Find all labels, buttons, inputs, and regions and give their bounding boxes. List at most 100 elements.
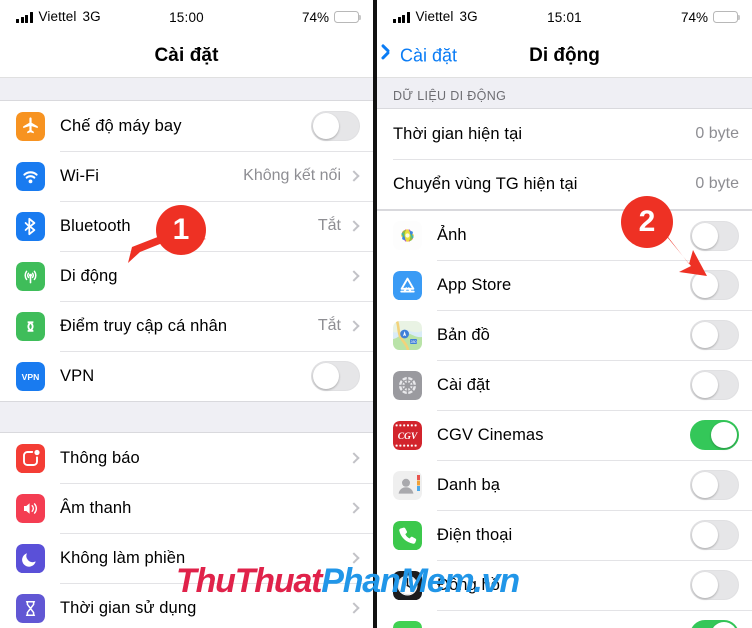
chevron-right-icon — [348, 320, 360, 332]
app-row-label: Điện thoại — [437, 525, 513, 544]
usage-row-current-period[interactable]: Thời gian hiện tại 0 byte — [377, 109, 752, 159]
row-accessory — [690, 470, 739, 500]
chevron-right-icon — [348, 220, 360, 232]
row-accessory — [690, 570, 739, 600]
settings-row-bluetooth[interactable]: Bluetooth Tắt — [0, 201, 373, 251]
settings-row-personal-hotspot[interactable]: Điểm truy cập cá nhân Tắt — [0, 301, 373, 351]
bluetooth-icon — [16, 211, 45, 241]
cellular-usage-group: Thời gian hiện tại 0 byte Chuyển vùng TG… — [377, 108, 752, 210]
row-accessory — [690, 220, 739, 251]
status-bar-clock: 15:01 — [547, 9, 582, 25]
settings-row-airplane-mode[interactable]: Chế độ máy bay — [0, 101, 373, 151]
dual-phone-screenshot: Viettel 3G 15:00 74% Cài đặt Chế độ máy … — [0, 0, 752, 628]
settings-row-vpn[interactable]: VPN VPN — [0, 351, 373, 401]
app-row-label: Cài đặt — [437, 375, 490, 394]
app-row-label: Bản đồ — [437, 325, 490, 344]
app-store-icon — [393, 270, 422, 300]
app-row-contacts[interactable]: Danh bạ — [377, 460, 752, 510]
phone-icon — [393, 520, 422, 550]
photos-cellular-toggle[interactable] — [690, 220, 739, 251]
vpn-icon: VPN — [16, 361, 45, 391]
cellular-list[interactable]: DỮ LIỆU DI ĐỘNG Thời gian hiện tại 0 byt… — [377, 78, 752, 628]
svg-text:280: 280 — [411, 340, 417, 344]
app-row-maps[interactable]: 280 Bản đồ — [377, 310, 752, 360]
sounds-icon — [16, 493, 45, 523]
row-accessory: Tắt — [318, 217, 360, 235]
vpn-toggle[interactable] — [311, 361, 360, 391]
app-row-facetime[interactable]: FaceTime — [377, 610, 752, 628]
nav-bar: Cài đặt Di động — [377, 34, 752, 78]
do-not-disturb-icon — [16, 543, 45, 573]
nav-bar: Cài đặt — [0, 34, 373, 78]
airplane-mode-toggle[interactable] — [311, 111, 360, 141]
app-row-label: Ảnh — [437, 226, 467, 244]
contacts-cellular-toggle[interactable] — [690, 470, 739, 500]
row-accessory — [348, 502, 360, 514]
back-button-label: Cài đặt — [400, 45, 458, 65]
cgv-cinemas-icon: CGV — [393, 420, 422, 450]
settings-row-label: Wi-Fi — [60, 166, 99, 185]
app-row-settings[interactable]: Cài đặt — [377, 360, 752, 410]
settings-row-notifications[interactable]: Thông báo — [0, 433, 373, 483]
back-button[interactable]: Cài đặt — [386, 45, 457, 66]
row-accessory: 0 byte — [695, 175, 739, 193]
settings-row-cellular[interactable]: Di động — [0, 251, 373, 301]
wifi-status-value: Không kết nối — [243, 167, 341, 184]
row-accessory — [348, 452, 360, 464]
app-row-cgv-cinemas[interactable]: CGV CGV Cinemas — [377, 410, 752, 460]
settings-row-label: Bluetooth — [60, 216, 131, 235]
settings-row-label: Thời gian sử dụng — [60, 598, 197, 617]
chevron-right-icon — [348, 502, 360, 514]
usage-row-label: Chuyển vùng TG hiện tại — [393, 174, 578, 193]
settings-list[interactable]: Chế độ máy bay Wi-Fi Không kết nối Bluet… — [0, 78, 373, 628]
battery-icon — [334, 10, 362, 24]
app-store-cellular-toggle[interactable] — [690, 270, 739, 300]
status-bar: Viettel 3G 15:01 74% — [377, 0, 752, 34]
app-row-photos[interactable]: Ảnh — [377, 210, 752, 260]
usage-row-roaming[interactable]: Chuyển vùng TG hiện tại 0 byte — [377, 159, 752, 209]
row-accessory — [348, 602, 360, 614]
wifi-icon — [16, 161, 45, 191]
settings-row-label: Chế độ máy bay — [60, 116, 182, 135]
row-accessory — [690, 620, 739, 628]
settings-row-label: Thông báo — [60, 448, 140, 467]
maps-cellular-toggle[interactable] — [690, 320, 739, 350]
phone-cellular-toggle[interactable] — [690, 520, 739, 550]
left-phone-screen: Viettel 3G 15:00 74% Cài đặt Chế độ máy … — [0, 0, 376, 628]
chevron-left-icon — [386, 46, 397, 65]
settings-group-spacer — [0, 402, 373, 432]
app-row-label: Danh bạ — [437, 475, 501, 494]
settings-row-wifi[interactable]: Wi-Fi Không kết nối — [0, 151, 373, 201]
photos-icon — [393, 221, 422, 250]
svg-text:VPN: VPN — [22, 372, 40, 382]
settings-cellular-toggle[interactable] — [690, 370, 739, 400]
status-bar: Viettel 3G 15:00 74% — [0, 0, 373, 34]
row-accessory — [690, 420, 739, 450]
settings-row-label: VPN — [60, 366, 95, 385]
clock-cellular-toggle[interactable] — [690, 570, 739, 600]
cellular-icon — [16, 261, 45, 291]
app-row-label: CGV Cinemas — [437, 425, 544, 444]
page-title: Cài đặt — [154, 44, 219, 66]
row-accessory — [690, 520, 739, 550]
settings-row-label: Điểm truy cập cá nhân — [60, 316, 228, 335]
app-row-app-store[interactable]: App Store — [377, 260, 752, 310]
hotspot-icon — [16, 311, 45, 341]
status-bar-clock: 15:00 — [169, 9, 204, 25]
row-accessory — [311, 361, 360, 391]
row-accessory: 0 byte — [695, 125, 739, 143]
app-row-phone[interactable]: Điện thoại — [377, 510, 752, 560]
bluetooth-status-value: Tắt — [317, 217, 341, 234]
facetime-cellular-toggle[interactable] — [690, 620, 739, 628]
settings-icon — [393, 370, 422, 400]
row-accessory — [690, 270, 739, 300]
contacts-icon — [393, 470, 422, 500]
settings-row-sounds[interactable]: Âm thanh — [0, 483, 373, 533]
cgv-cinemas-cellular-toggle[interactable] — [690, 420, 739, 450]
row-accessory — [348, 552, 360, 564]
settings-row-label: Di động — [60, 266, 118, 285]
row-accessory — [690, 370, 739, 400]
app-row-label: App Store — [437, 275, 512, 294]
page-title: Di động — [529, 44, 600, 66]
row-accessory — [311, 111, 360, 141]
